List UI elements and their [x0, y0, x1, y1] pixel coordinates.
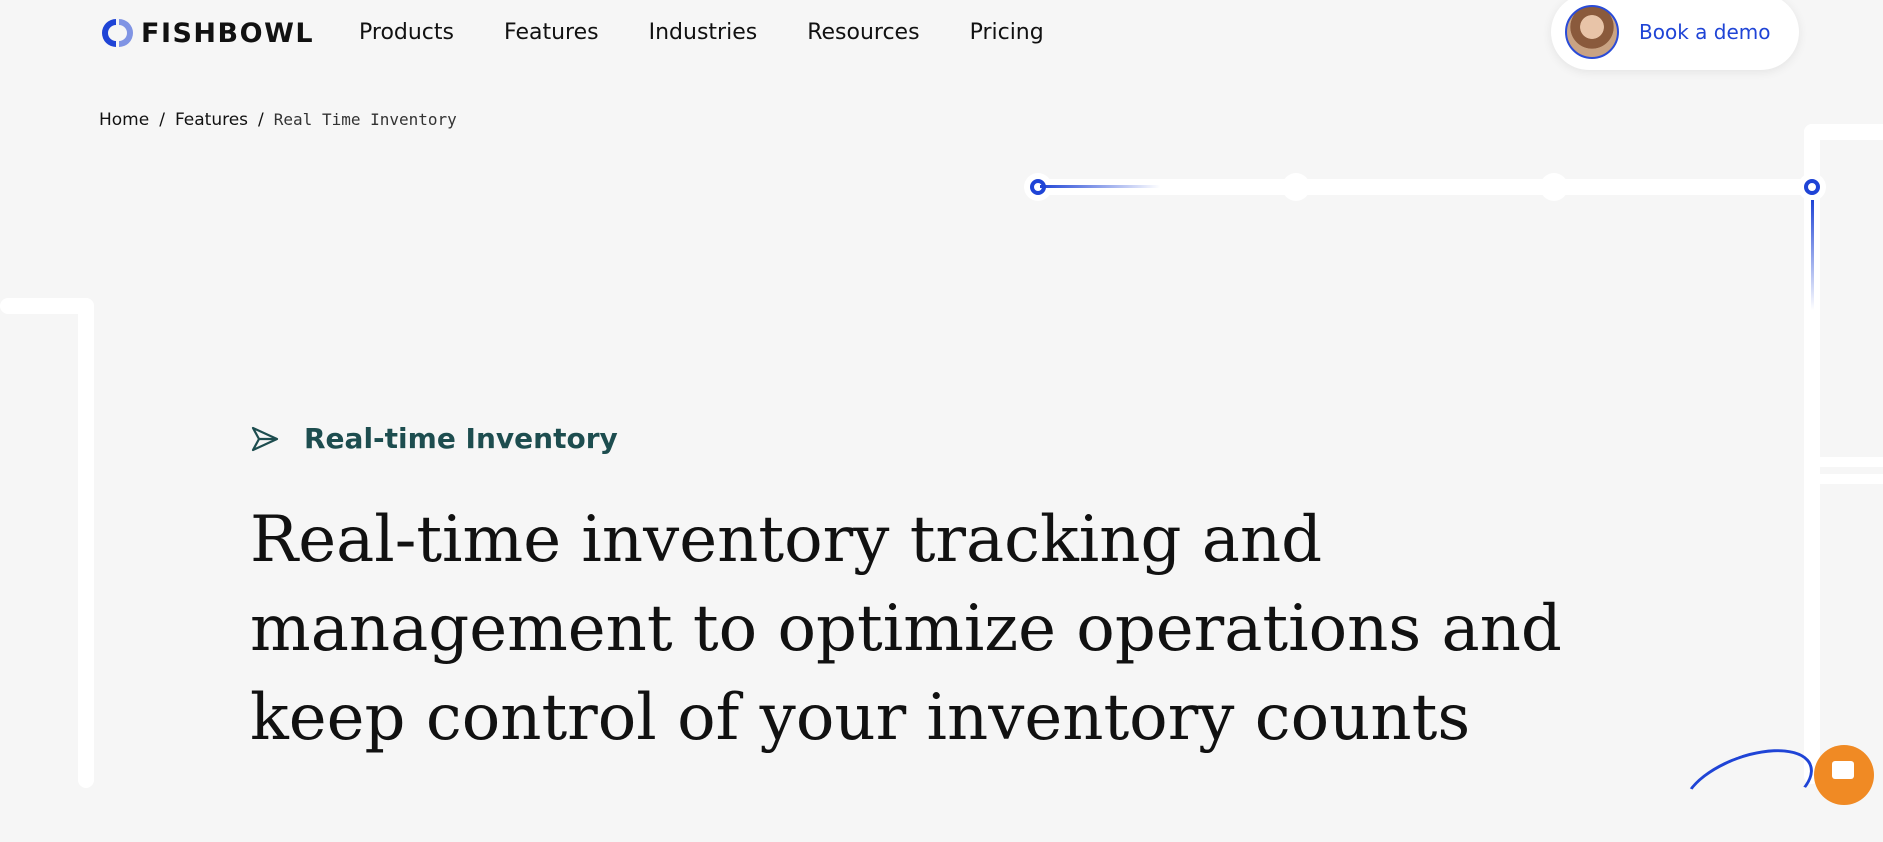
breadcrumb-current: Real Time Inventory: [273, 110, 457, 129]
decorative-arc: [1672, 733, 1824, 842]
nav-industries[interactable]: Industries: [649, 18, 758, 48]
rail-right-mid2: [1804, 474, 1883, 484]
chat-icon[interactable]: [1814, 745, 1874, 805]
breadcrumb-separator: /: [159, 110, 165, 130]
book-demo-button[interactable]: Book a demo: [1551, 0, 1799, 70]
rail-left-vertical: [78, 298, 94, 788]
nav-features[interactable]: Features: [504, 18, 599, 48]
brand-name: FISHBOWL: [141, 17, 315, 49]
hero-eyebrow: Real-time Inventory: [250, 422, 618, 455]
rail-node: [1540, 173, 1568, 201]
rail-glow-vertical: [1811, 200, 1814, 310]
rail-node: [1282, 173, 1310, 201]
nav-resources[interactable]: Resources: [807, 18, 919, 48]
rail-right-top: [1804, 124, 1883, 140]
page-title: Real-time inventory tracking and managem…: [250, 503, 1562, 755]
book-demo-label: Book a demo: [1639, 20, 1771, 44]
breadcrumb: Home / Features / Real Time Inventory: [99, 110, 457, 130]
nav-products[interactable]: Products: [359, 18, 454, 48]
rail-glow-horizontal: [1040, 185, 1160, 188]
avatar: [1565, 5, 1619, 59]
rail-right-mid1: [1804, 457, 1883, 467]
breadcrumb-separator: /: [258, 110, 264, 130]
site-header: FISHBOWL Products Features Industries Re…: [0, 0, 1883, 70]
breadcrumb-features[interactable]: Features: [175, 110, 248, 130]
main-nav: Products Features Industries Resources P…: [359, 18, 1094, 48]
logo[interactable]: FISHBOWL: [99, 16, 314, 50]
send-arrow-icon: [251, 426, 279, 451]
breadcrumb-home[interactable]: Home: [99, 110, 149, 130]
eyebrow-label: Real-time Inventory: [304, 422, 618, 455]
nav-pricing[interactable]: Pricing: [970, 18, 1044, 48]
rail-node-corner: [1798, 173, 1826, 201]
fishbowl-logo-icon: [102, 19, 133, 47]
